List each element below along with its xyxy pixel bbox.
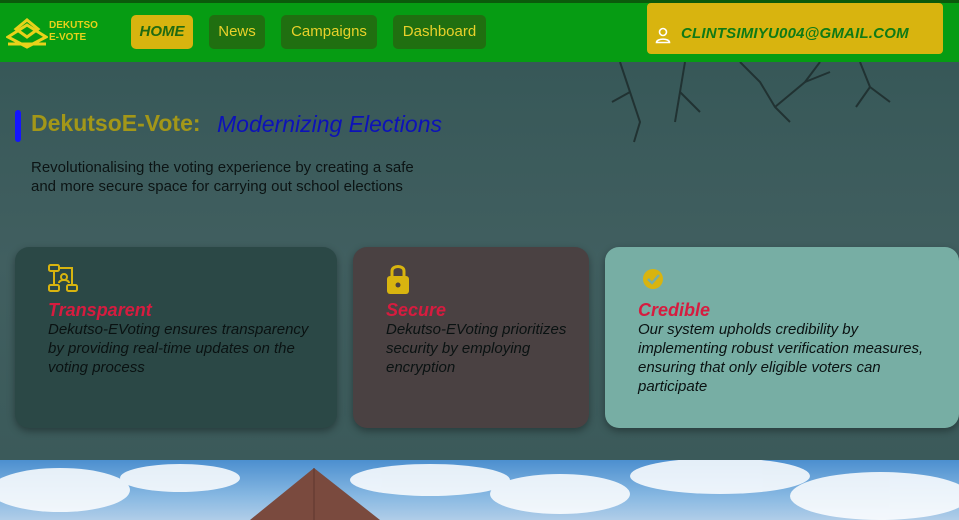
hero-title: DekutsoE-Vote:: [31, 110, 201, 136]
navbar: DEKUTSO E-VOTE HOME News Campaigns Dashb…: [0, 3, 959, 62]
card-text: Our system upholds credibility by implem…: [638, 321, 924, 395]
nav-campaigns-button[interactable]: Campaigns: [281, 15, 377, 49]
brand-logo[interactable]: DEKUTSO E-VOTE: [6, 15, 106, 51]
brand-name-line1: DEKUTSO: [49, 20, 98, 31]
brand-name: DEKUTSO E-VOTE: [49, 20, 98, 44]
verified-check-icon: [643, 269, 663, 289]
user-icon: [655, 27, 671, 44]
title-accent-bar: [15, 110, 21, 142]
tree-branches-background: [611, 62, 891, 143]
nav-dashboard-button[interactable]: Dashboard: [393, 15, 486, 49]
brand-name-line2: E-VOTE: [49, 32, 87, 43]
hero-section: DekutsoE-Vote: Modernizing Elections Rev…: [0, 62, 959, 460]
nav-home-button[interactable]: HOME: [131, 15, 193, 49]
user-account-button[interactable]: CLINTSIMIYU004@GMAIL.COM: [647, 3, 943, 54]
card-text: Dekutso-EVoting prioritizes security by …: [386, 321, 567, 376]
card-title: Secure: [386, 300, 447, 320]
hero-title-accent: Modernizing Elections: [217, 111, 443, 137]
card-title: Credible: [638, 300, 711, 320]
campus-photo: [0, 460, 959, 520]
user-email: CLINTSIMIYU004@GMAIL.COM: [681, 25, 909, 42]
lock-icon: [387, 265, 409, 294]
nav-news-button[interactable]: News: [209, 15, 265, 49]
campus-photo-scene: [0, 460, 959, 520]
feature-card-credible: Credible Our system upholds credibility …: [605, 247, 959, 428]
ballot-box-icon: [6, 18, 48, 49]
feature-card-transparent: Transparent Dekutso-EVoting ensures tran…: [15, 247, 337, 428]
feature-card-secure: Secure Dekutso-EVoting prioritizes secur…: [353, 247, 589, 428]
network-people-icon: [48, 264, 78, 292]
card-text: Dekutso-EVoting ensures transparency by …: [48, 321, 309, 376]
card-title: Transparent: [48, 300, 152, 320]
hero-intro: Revolutionalising the voting experience …: [31, 159, 414, 195]
